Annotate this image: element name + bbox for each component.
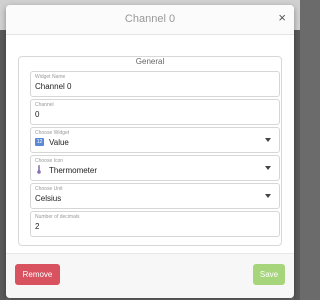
modal-header: Channel 0 ×: [6, 5, 294, 35]
modal-footer: Remove Save: [6, 253, 294, 298]
choose-widget-value: Value: [49, 138, 69, 147]
chevron-down-icon: [265, 166, 271, 170]
choose-unit-select[interactable]: Choose Unit Celsius: [30, 183, 280, 209]
choose-unit-label: Choose Unit: [35, 186, 63, 192]
choose-icon-select[interactable]: Choose Icon Thermometer: [30, 155, 280, 181]
background-right: [294, 30, 300, 300]
save-button[interactable]: Save: [253, 264, 285, 285]
choose-unit-value: Celsius: [35, 194, 62, 203]
channel-value: 0: [35, 110, 40, 119]
chevron-down-icon: [265, 138, 271, 142]
close-icon[interactable]: ×: [278, 11, 286, 24]
decimals-value: 2: [35, 222, 40, 231]
widget-name-value: Channel 0: [35, 82, 72, 91]
chevron-down-icon: [265, 194, 271, 198]
channel-field[interactable]: Channel 0: [30, 99, 280, 125]
decimals-field[interactable]: Number of decimals 2: [30, 211, 280, 237]
channel-label: Channel: [35, 102, 54, 108]
channel-modal: Channel 0 × General Widget Name Channel …: [6, 5, 294, 298]
choose-widget-select[interactable]: Choose Widget 12 Value: [30, 127, 280, 153]
widget-name-field[interactable]: Widget Name Channel 0: [30, 71, 280, 97]
thermometer-icon: [37, 165, 41, 174]
widget-name-label: Widget Name: [35, 74, 66, 80]
choose-icon-label: Choose Icon: [35, 158, 64, 164]
decimals-label: Number of decimals: [35, 214, 80, 220]
remove-button[interactable]: Remove: [15, 264, 60, 285]
choose-icon-value: Thermometer: [49, 166, 98, 175]
modal-title: Channel 0: [124, 13, 176, 25]
fieldset-legend: General: [130, 57, 170, 66]
value-widget-icon: 12: [35, 138, 44, 146]
choose-widget-label: Choose Widget: [35, 130, 70, 136]
